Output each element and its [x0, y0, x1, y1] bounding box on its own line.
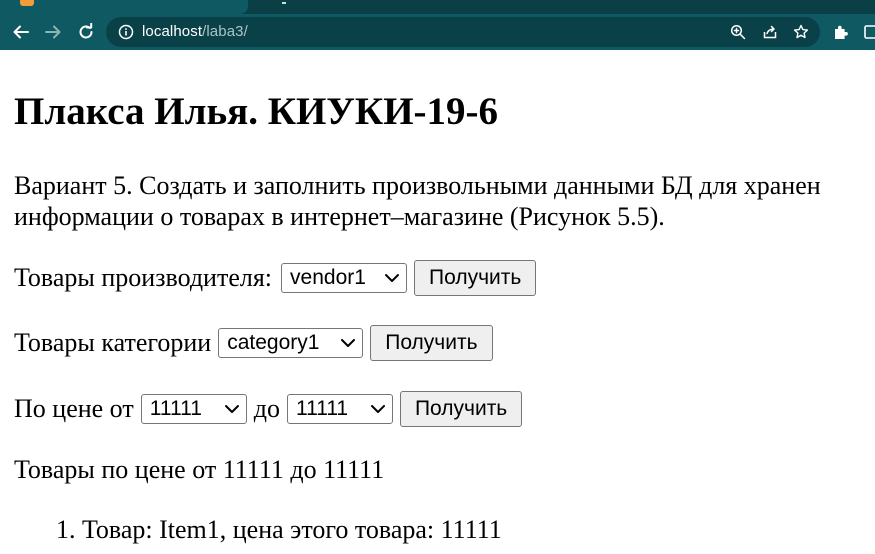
vendor-submit-button[interactable]: Получить: [414, 260, 537, 296]
share-icon[interactable]: [760, 22, 780, 42]
back-button[interactable]: [6, 14, 36, 50]
url-host: localhost: [142, 23, 203, 40]
price-from-label: По цене от: [14, 394, 134, 423]
list-item: 1. Товар: Item1, цена этого товара: 1111…: [56, 515, 502, 545]
bookmark-star-icon[interactable]: [791, 22, 811, 42]
address-bar[interactable]: localhost/laba3/: [106, 17, 820, 47]
window-button[interactable]: [856, 14, 875, 50]
active-tab[interactable]: [0, 0, 248, 14]
price-from-value: 11111: [149, 397, 202, 420]
site-info-icon[interactable]: [116, 22, 136, 42]
favicon-icon: [20, 0, 34, 6]
price-to-select[interactable]: 11111: [286, 394, 393, 424]
url-path: /laba3/: [202, 23, 248, 40]
extensions-button[interactable]: [826, 14, 856, 50]
list-item-text: Товар: Item1, цена этого товара: 11111: [82, 515, 502, 544]
variant-line-2: информации о товарах в интернет–магазине…: [14, 202, 665, 231]
price-to-value: 11111: [295, 397, 349, 420]
vendor-select-value: vendor1: [290, 266, 366, 289]
chevron-down-icon: [340, 338, 356, 348]
forward-button[interactable]: [38, 14, 68, 50]
category-select[interactable]: category1: [218, 328, 364, 358]
url-text[interactable]: localhost/laba3/: [142, 23, 248, 40]
chevron-down-icon: [384, 273, 400, 283]
category-label: Товары категории: [14, 328, 212, 357]
category-select-value: category1: [227, 331, 320, 354]
price-submit-button[interactable]: Получить: [399, 391, 523, 427]
reload-button[interactable]: [71, 14, 101, 50]
window-icon: [864, 25, 875, 39]
back-arrow-icon: [13, 25, 29, 39]
results-list: 1. Товар: Item1, цена этого товара: 1111…: [56, 515, 502, 545]
page-title: Плакса Илья. КИУКИ-19-6: [14, 90, 499, 133]
vendor-form: Товары производителя: vendor1 Получить: [14, 259, 537, 297]
vendor-label: Товары производителя:: [14, 263, 273, 292]
list-item-index: 1.: [56, 515, 76, 544]
browser-toolbar: localhost/laba3/: [0, 14, 875, 50]
zoom-icon[interactable]: [728, 22, 748, 42]
price-form: По цене от 11111 до 11111 Получить: [14, 390, 523, 428]
tab-strip: [0, 0, 875, 14]
price-to-label: до: [253, 394, 280, 423]
chevron-down-icon: [370, 404, 386, 414]
reload-icon: [79, 23, 93, 39]
chevron-down-icon: [224, 404, 240, 414]
puzzle-icon: [835, 25, 848, 39]
category-submit-button[interactable]: Получить: [370, 325, 493, 361]
forward-arrow-icon: [45, 25, 61, 39]
category-form: Товары категории category1 Получить: [14, 324, 493, 362]
variant-line-1: Вариант 5. Создать и заполнить произволь…: [14, 171, 821, 200]
result-title: Товары по цене от 11111 до 11111: [14, 455, 385, 484]
tab-separator: [282, 2, 286, 4]
vendor-select[interactable]: vendor1: [281, 263, 408, 293]
price-from-select[interactable]: 11111: [140, 394, 247, 424]
